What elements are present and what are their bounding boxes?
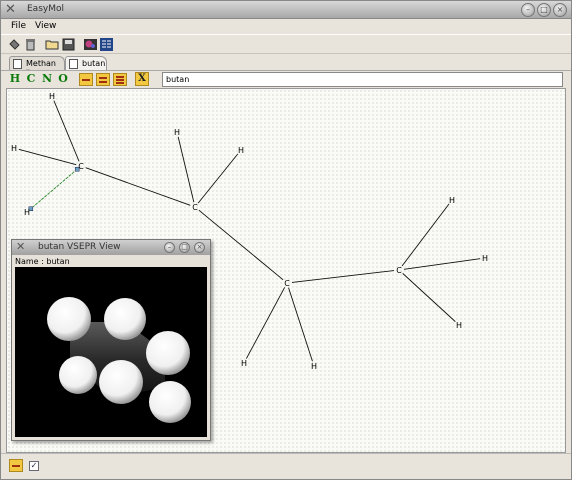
open-icon[interactable] (45, 37, 60, 52)
tab-butan[interactable]: butan (65, 56, 107, 70)
maximize-icon[interactable]: □ (537, 3, 551, 17)
minimize-icon[interactable]: – (164, 242, 175, 253)
title-bar[interactable]: ✕ EasyMol – □ × (1, 1, 571, 19)
menu-file[interactable]: File (11, 21, 26, 31)
element-toolbar: H C N O X (1, 70, 571, 88)
bond-C4-H8[interactable] (401, 203, 450, 267)
atom-h5[interactable]: H (238, 146, 244, 155)
app-logo-icon: ✕ (16, 240, 26, 253)
close-icon[interactable]: × (553, 3, 567, 17)
tab-label: butan (82, 59, 106, 68)
element-n-button[interactable]: N (40, 72, 54, 86)
bond-C4-H10[interactable] (402, 273, 456, 322)
hydrogen-sphere (99, 360, 143, 404)
bond-C1-H3[interactable] (30, 168, 78, 210)
atom-h4[interactable]: H (174, 128, 180, 137)
option-checkbox[interactable]: ✓ (29, 461, 39, 471)
render-icon[interactable] (83, 37, 98, 52)
bond-C2-H4[interactable] (177, 136, 195, 203)
hydrogen-sphere (59, 356, 97, 394)
main-toolbar (1, 34, 571, 54)
atom-c3[interactable]: C (284, 279, 290, 288)
vsepr-3d-render[interactable] (15, 267, 207, 437)
vsepr-title-bar[interactable]: ✕ butan VSEPR View – □ × (12, 240, 210, 255)
menu-bar: File View (1, 20, 571, 34)
atom-h10[interactable]: H (456, 321, 462, 330)
bond-C2-H5[interactable] (197, 153, 239, 204)
hydrogen-sphere (104, 298, 146, 340)
save-icon[interactable] (61, 37, 76, 52)
pointer-icon[interactable] (7, 37, 22, 52)
bond-C3-C4[interactable] (291, 270, 395, 283)
bond-C4-H9[interactable] (403, 258, 481, 270)
vsepr-window-title: butan VSEPR View (38, 242, 121, 252)
bond-C1-H1[interactable] (53, 100, 80, 162)
atom-c2[interactable]: C (192, 203, 198, 212)
easymol-window: ✕ EasyMol – □ × File View Methan butan H… (0, 0, 572, 480)
document-icon (69, 59, 78, 69)
close-icon[interactable]: × (194, 242, 205, 253)
atom-h6[interactable]: H (241, 359, 247, 368)
maximize-icon[interactable]: □ (179, 242, 190, 253)
atom-h3[interactable]: H (24, 208, 30, 217)
bond-C1-C2[interactable] (85, 167, 191, 206)
atom-h9[interactable]: H (482, 254, 488, 263)
double-bond-icon[interactable] (96, 73, 110, 86)
hydrogen-sphere (146, 331, 190, 375)
atom-h1[interactable]: H (49, 92, 55, 101)
vsepr-molecule-name: Name : butan (15, 257, 70, 266)
bond-C2-C3[interactable] (198, 209, 284, 281)
element-o-button[interactable]: O (56, 72, 70, 86)
status-bar: ✓ (1, 453, 571, 479)
bond-C1-H2[interactable] (18, 148, 77, 166)
atom-c1[interactable]: C (78, 162, 84, 171)
minimize-icon[interactable]: – (521, 3, 535, 17)
atom-h8[interactable]: H (449, 196, 455, 205)
window-title: EasyMol (27, 4, 64, 14)
tab-bar: Methan * butan (1, 54, 571, 77)
tab-label: Methan (26, 59, 57, 68)
grid-icon[interactable] (99, 37, 114, 52)
vsepr-view-window[interactable]: ✕ butan VSEPR View – □ × Name : butan (11, 239, 211, 441)
app-logo-icon: ✕ (5, 2, 16, 17)
bond-C3-H6[interactable] (245, 287, 286, 359)
atom-c4[interactable]: C (396, 266, 402, 275)
single-bond-icon[interactable] (9, 459, 23, 472)
delete-atom-button[interactable]: X (135, 72, 149, 86)
single-bond-icon[interactable] (79, 73, 93, 86)
trash-icon[interactable] (23, 37, 38, 52)
element-h-button[interactable]: H (8, 72, 22, 86)
molecule-name-input[interactable] (162, 72, 563, 87)
triple-bond-icon[interactable] (113, 73, 127, 86)
atom-h2[interactable]: H (11, 144, 17, 153)
hydrogen-sphere (149, 381, 191, 423)
element-c-button[interactable]: C (24, 72, 38, 86)
menu-view[interactable]: View (35, 21, 56, 31)
bond-C3-H7[interactable] (288, 287, 313, 362)
hydrogen-sphere (47, 297, 91, 341)
document-icon (13, 59, 22, 69)
tab-methan[interactable]: Methan * (9, 56, 65, 77)
atom-h7[interactable]: H (311, 362, 317, 371)
